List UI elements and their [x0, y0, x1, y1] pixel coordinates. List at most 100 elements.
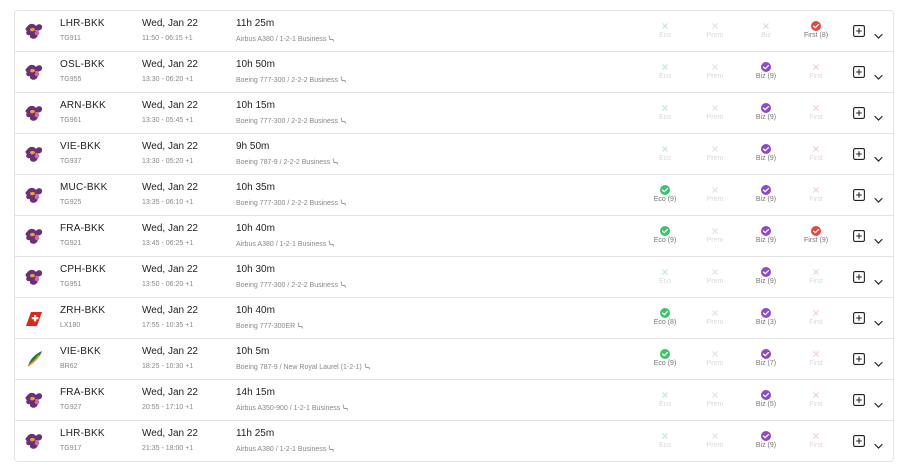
cabin-business[interactable]: Biz (9)	[741, 100, 791, 121]
duration: 10h 30m	[236, 264, 275, 275]
cabin-label: First (8)	[803, 32, 829, 39]
chevron-down-icon[interactable]	[874, 68, 883, 80]
chevron-down-icon[interactable]	[874, 437, 883, 449]
cabin-economy[interactable]: Eco	[640, 18, 690, 39]
cabin-business[interactable]: Biz (3)	[741, 305, 791, 326]
chevron-down-icon[interactable]	[874, 355, 883, 367]
cabin-first[interactable]: First	[791, 141, 841, 162]
flight-row[interactable]: VIE-BKK BR62 Wed, Jan 22 18:25 - 10:30 +…	[14, 338, 894, 379]
chevron-down-icon[interactable]	[874, 273, 883, 285]
duration: 10h 5m	[236, 346, 270, 357]
add-to-list-icon[interactable]	[853, 311, 865, 324]
x-icon	[710, 182, 720, 193]
cabin-economy[interactable]: Eco	[640, 428, 690, 449]
cabin-business[interactable]: Biz	[741, 18, 791, 39]
cabin-premium[interactable]: Prem	[690, 141, 740, 162]
cabin-economy[interactable]: Eco	[640, 141, 690, 162]
cabin-premium[interactable]: Prem	[690, 223, 740, 244]
cabin-label: Eco (9)	[653, 196, 677, 203]
cabin-first[interactable]: First (9)	[791, 223, 841, 244]
add-to-list-icon[interactable]	[853, 352, 865, 365]
flight-row[interactable]: MUC-BKK TG925 Wed, Jan 22 13:35 - 06:10 …	[14, 174, 894, 215]
cabin-first[interactable]: First	[791, 264, 841, 285]
cabin-premium[interactable]: Prem	[690, 182, 740, 203]
add-to-list-icon[interactable]	[853, 393, 865, 406]
departure-date: Wed, Jan 22	[142, 387, 198, 398]
cabin-business[interactable]: Biz (9)	[741, 182, 791, 203]
chevron-down-icon[interactable]	[874, 191, 883, 203]
add-to-list-icon[interactable]	[853, 65, 865, 78]
cabin-business[interactable]: Biz (9)	[741, 141, 791, 162]
add-to-list-icon[interactable]	[853, 188, 865, 201]
cabin-premium[interactable]: Prem	[690, 59, 740, 80]
cabin-business[interactable]: Biz (9)	[741, 428, 791, 449]
cabin-first[interactable]: First	[791, 182, 841, 203]
cabin-first[interactable]: First	[791, 346, 841, 367]
cabin-economy[interactable]: Eco	[640, 59, 690, 80]
add-to-list-icon[interactable]	[853, 434, 865, 447]
chevron-down-icon[interactable]	[874, 27, 883, 39]
cabin-economy[interactable]: Eco	[640, 264, 690, 285]
aircraft-info: Boeing 777-300 / 2-2-2 Business	[236, 281, 346, 290]
flight-row[interactable]: OSL-BKK TG955 Wed, Jan 22 13:30 - 06:20 …	[14, 51, 894, 92]
cabin-label: Eco (9)	[653, 360, 677, 367]
duration: 14h 15m	[236, 387, 275, 398]
cabin-premium[interactable]: Prem	[690, 18, 740, 39]
cabin-premium[interactable]: Prem	[690, 428, 740, 449]
chevron-down-icon[interactable]	[874, 314, 883, 326]
cabin-premium[interactable]: Prem	[690, 387, 740, 408]
cabin-business[interactable]: Biz (7)	[741, 346, 791, 367]
cabin-business[interactable]: Biz (9)	[741, 264, 791, 285]
thai-airways-logo-icon	[23, 184, 45, 206]
x-icon	[710, 264, 720, 275]
cabin-economy[interactable]: Eco (8)	[640, 305, 690, 326]
cabin-first[interactable]: First	[791, 305, 841, 326]
add-to-list-icon[interactable]	[853, 229, 865, 242]
cabin-label: Eco	[658, 114, 672, 121]
cabin-first[interactable]: First	[791, 100, 841, 121]
cabin-business[interactable]: Biz (9)	[741, 223, 791, 244]
chevron-down-icon[interactable]	[874, 109, 883, 121]
cabin-economy[interactable]: Eco	[640, 387, 690, 408]
cabin-economy[interactable]: Eco (9)	[640, 182, 690, 203]
flight-row[interactable]: FRA-BKK TG921 Wed, Jan 22 13:45 - 06:25 …	[14, 215, 894, 256]
check-circle-icon	[811, 18, 821, 31]
chevron-down-icon[interactable]	[874, 232, 883, 244]
flight-row[interactable]: FRA-BKK TG927 Wed, Jan 22 20:55 - 17:10 …	[14, 379, 894, 420]
add-to-list-icon[interactable]	[853, 270, 865, 283]
cabin-first[interactable]: First	[791, 59, 841, 80]
flight-row[interactable]: ZRH-BKK LX180 Wed, Jan 22 17:55 - 10:35 …	[14, 297, 894, 338]
cabin-label: First	[809, 442, 823, 449]
cabin-first[interactable]: First (8)	[791, 18, 841, 39]
x-icon	[811, 428, 821, 439]
cabin-premium[interactable]: Prem	[690, 305, 740, 326]
cabin-label: Prem	[706, 114, 724, 121]
cabin-business[interactable]: Biz (5)	[741, 387, 791, 408]
cabin-economy[interactable]: Eco	[640, 100, 690, 121]
flight-row[interactable]: LHR-BKK TG917 Wed, Jan 22 21:35 - 18:00 …	[14, 420, 894, 462]
cabin-label: First	[809, 73, 823, 80]
route: OSL-BKK	[60, 59, 105, 70]
add-to-list-icon[interactable]	[853, 24, 865, 37]
cabin-economy[interactable]: Eco (9)	[640, 346, 690, 367]
add-to-list-icon[interactable]	[853, 106, 865, 119]
cabin-first[interactable]: First	[791, 428, 841, 449]
flight-row[interactable]: CPH-BKK TG951 Wed, Jan 22 13:50 - 06:20 …	[14, 256, 894, 297]
cabin-premium[interactable]: Prem	[690, 264, 740, 285]
cabin-label: First (9)	[803, 237, 829, 244]
cabin-economy[interactable]: Eco (9)	[640, 223, 690, 244]
add-to-list-icon[interactable]	[853, 147, 865, 160]
cabin-label: First	[809, 196, 823, 203]
cabin-label: Eco (9)	[653, 237, 677, 244]
cabin-premium[interactable]: Prem	[690, 346, 740, 367]
cabin-premium[interactable]: Prem	[690, 100, 740, 121]
flight-row[interactable]: LHR-BKK TG911 Wed, Jan 22 11:50 - 06:15 …	[14, 10, 894, 51]
cabin-label: Prem	[706, 32, 724, 39]
cabin-label: Biz (3)	[755, 319, 777, 326]
cabin-first[interactable]: First	[791, 387, 841, 408]
flight-row[interactable]: VIE-BKK TG937 Wed, Jan 22 13:30 - 05:20 …	[14, 133, 894, 174]
chevron-down-icon[interactable]	[874, 150, 883, 162]
cabin-business[interactable]: Biz (9)	[741, 59, 791, 80]
chevron-down-icon[interactable]	[874, 396, 883, 408]
flight-row[interactable]: ARN-BKK TG961 Wed, Jan 22 13:30 - 05:45 …	[14, 92, 894, 133]
